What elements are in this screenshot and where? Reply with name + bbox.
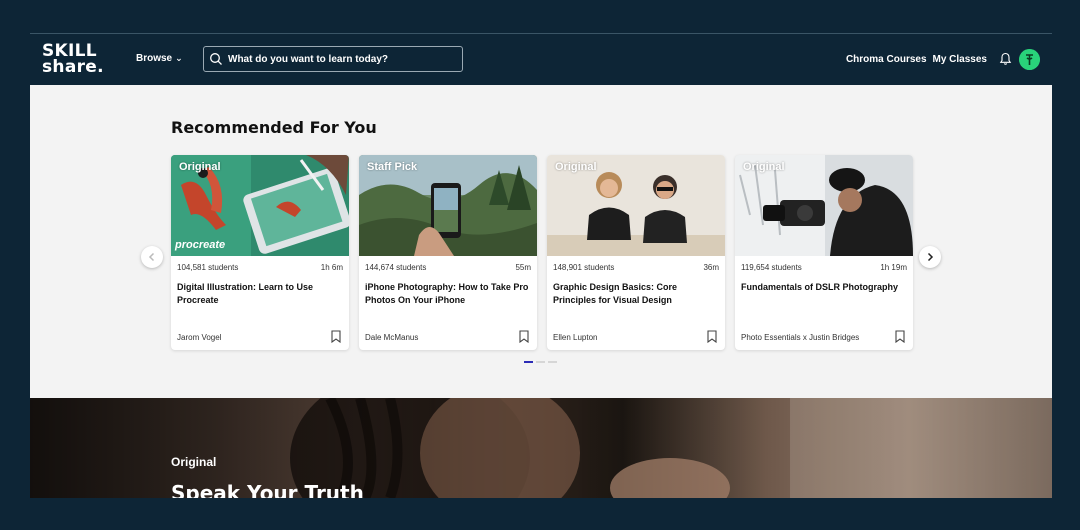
course-duration: 1h 6m	[320, 263, 343, 272]
course-title[interactable]: Fundamentals of DSLR Photography	[741, 281, 905, 294]
nav-link-chroma-courses[interactable]: Chroma Courses	[846, 54, 927, 65]
course-duration: 36m	[703, 263, 719, 272]
course-duration: 55m	[515, 263, 531, 272]
section-title: Recommended For You	[171, 118, 377, 137]
pagination-dot[interactable]	[536, 361, 545, 363]
bookmark-icon[interactable]	[707, 330, 717, 348]
course-meta: 144,674 students 55m	[365, 263, 531, 272]
nav-link-my-classes[interactable]: My Classes	[933, 54, 987, 65]
procreate-thumb-text: procreate	[175, 239, 226, 251]
chevron-left-icon	[148, 252, 155, 262]
course-author[interactable]: Ellen Lupton	[553, 333, 597, 342]
carousel-next-button[interactable]	[919, 246, 941, 268]
user-avatar[interactable]	[1019, 48, 1040, 70]
course-meta: 119,654 students 1h 19m	[741, 263, 907, 272]
hero-label: Original	[171, 455, 217, 469]
pagination-dot[interactable]	[548, 361, 557, 363]
course-author[interactable]: Photo Essentials x Justin Bridges	[741, 333, 859, 342]
course-card[interactable]: Original 119,654 students 1h 19m Fundame…	[735, 155, 913, 350]
course-thumbnail: Staff Pick	[359, 155, 537, 256]
course-thumbnail: Original	[547, 155, 725, 256]
course-thumbnail: Original	[735, 155, 913, 256]
course-card[interactable]: Staff Pick 144,674 students 55m iPhone P…	[359, 155, 537, 350]
course-badge: Original	[179, 161, 221, 173]
search-icon	[210, 53, 222, 65]
bookmark-icon[interactable]	[519, 330, 529, 348]
course-title[interactable]: Digital Illustration: Learn to Use Procr…	[177, 281, 341, 307]
student-count: 104,581 students	[177, 263, 239, 272]
pagination-dot[interactable]	[524, 361, 533, 363]
course-card[interactable]: procreate Original 104,581 students 1h 6…	[171, 155, 349, 350]
course-badge: Original	[743, 161, 785, 173]
notification-bell-icon[interactable]	[999, 52, 1012, 66]
browse-menu[interactable]: Browse ⌄	[136, 53, 183, 64]
search-box[interactable]	[203, 46, 463, 72]
course-author[interactable]: Jarom Vogel	[177, 333, 221, 342]
carousel-prev-button[interactable]	[141, 246, 163, 268]
chevron-right-icon	[927, 252, 934, 262]
course-meta: 148,901 students 36m	[553, 263, 719, 272]
course-title[interactable]: iPhone Photography: How to Take Pro Phot…	[365, 281, 529, 307]
bookmark-icon[interactable]	[895, 330, 905, 348]
bookmark-icon[interactable]	[331, 330, 341, 348]
skillshare-logo[interactable]: SKILL share.	[42, 43, 104, 77]
top-nav: SKILL share. Browse⌄ Chroma Courses My C…	[30, 34, 1052, 85]
nav-right: Chroma Courses My Classes	[840, 47, 1040, 71]
course-title[interactable]: Graphic Design Basics: Core Principles f…	[553, 281, 717, 307]
hero-title: Speak Your Truth	[171, 481, 364, 498]
student-count: 119,654 students	[741, 263, 802, 272]
student-count: 144,674 students	[365, 263, 427, 272]
course-duration: 1h 19m	[880, 263, 907, 272]
hero-banner[interactable]: Original Speak Your Truth	[30, 398, 1052, 498]
course-meta: 104,581 students 1h 6m	[177, 263, 343, 272]
main-content: Recommended For You procreate Original 1…	[30, 85, 1052, 398]
course-author[interactable]: Dale McManus	[365, 333, 418, 342]
course-thumbnail: procreate Original	[171, 155, 349, 256]
chevron-down-icon: ⌄	[175, 53, 183, 63]
student-count: 148,901 students	[553, 263, 615, 272]
search-input[interactable]	[228, 51, 458, 67]
logo-line-2: share.	[42, 57, 104, 77]
course-badge: Original	[555, 161, 597, 173]
course-badge: Staff Pick	[367, 161, 418, 173]
course-card[interactable]: Original 148,901 students 36m Graphic De…	[547, 155, 725, 350]
carousel-pagination	[524, 361, 557, 363]
browse-label: Browse	[136, 53, 173, 64]
